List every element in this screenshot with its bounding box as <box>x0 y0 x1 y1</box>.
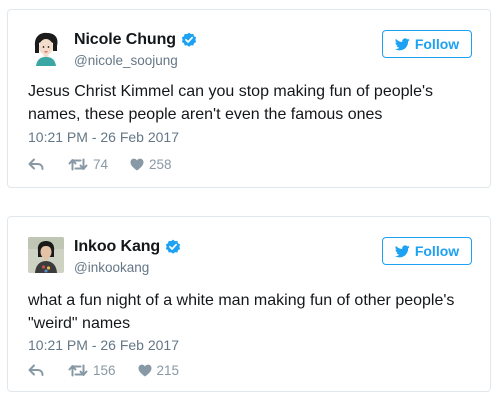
tweet-text: Jesus Christ Kimmel can you stop making … <box>28 83 434 123</box>
heart-icon <box>138 364 152 377</box>
retweet-button[interactable]: 74 <box>68 157 108 172</box>
twitter-bird-icon <box>394 244 410 257</box>
tweet-card: Inkoo Kang @inkookang Follow what a fun … <box>7 216 491 392</box>
retweet-icon <box>68 158 88 171</box>
tweet-card: Nicole Chung @nicole_soojung Follow Jesu… <box>7 9 491 188</box>
twitter-bird-icon <box>394 37 410 50</box>
like-button[interactable]: 258 <box>130 157 172 172</box>
like-count: 258 <box>149 157 172 172</box>
display-name[interactable]: Nicole Chung <box>74 31 176 49</box>
follow-button[interactable]: Follow <box>382 30 472 58</box>
like-count: 215 <box>156 363 180 378</box>
heart-icon <box>130 158 144 171</box>
like-button[interactable]: 215 <box>138 363 180 378</box>
retweet-count: 74 <box>93 157 109 172</box>
retweet-button[interactable]: 156 <box>68 363 116 378</box>
avatar[interactable] <box>28 30 64 66</box>
user-handle[interactable]: @nicole_soojung <box>74 53 178 68</box>
user-handle[interactable]: @inkookang <box>74 260 149 275</box>
reply-icon <box>28 364 44 376</box>
author-name-row: Inkoo Kang <box>74 238 181 256</box>
follow-button[interactable]: Follow <box>382 237 472 265</box>
reply-button[interactable] <box>28 158 68 171</box>
tweet-text: what a fun night of a white man making f… <box>28 292 455 332</box>
tweet-actions: 74 258 <box>28 157 172 172</box>
follow-label: Follow <box>414 243 460 259</box>
verified-badge-icon <box>181 32 197 47</box>
timestamp[interactable]: 10:21 PM - 26 Feb 2017 <box>28 129 179 145</box>
reply-icon <box>28 158 44 170</box>
illustrated-portrait-avatar-icon <box>28 30 64 66</box>
avatar[interactable] <box>28 237 64 273</box>
photo-portrait-avatar-icon <box>28 237 64 273</box>
display-name[interactable]: Inkoo Kang <box>74 238 160 256</box>
tweet-actions: 156 215 <box>28 363 179 378</box>
author-name-row: Nicole Chung <box>74 31 197 49</box>
verified-badge-icon <box>166 239 181 254</box>
retweet-count: 156 <box>93 363 116 378</box>
retweet-icon <box>68 364 88 377</box>
reply-button[interactable] <box>28 364 68 377</box>
timestamp[interactable]: 10:21 PM - 26 Feb 2017 <box>28 337 179 353</box>
follow-label: Follow <box>414 36 460 52</box>
